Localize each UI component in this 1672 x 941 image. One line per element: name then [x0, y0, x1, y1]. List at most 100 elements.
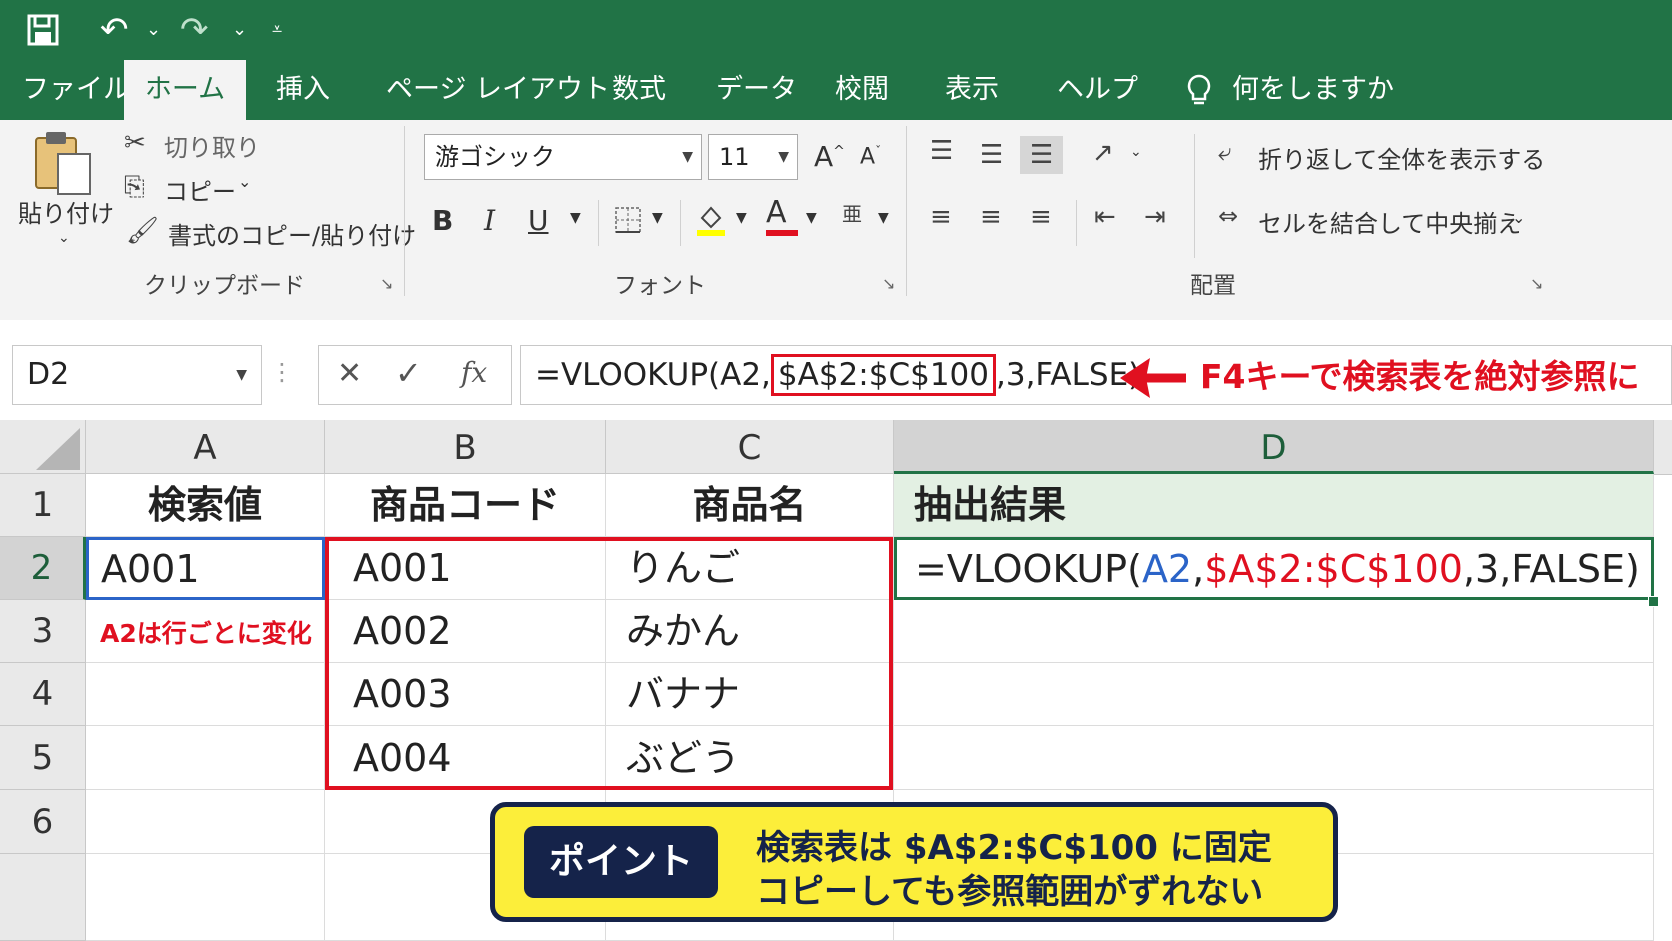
copy-dropdown-icon[interactable]: ⌄: [238, 172, 251, 191]
tab-formulas[interactable]: 数式: [612, 60, 666, 120]
row-header-5[interactable]: 5: [0, 726, 86, 790]
name-box-dropdown-icon[interactable]: ▼: [236, 346, 247, 404]
font-group-label: フォント: [614, 273, 706, 299]
underline-button[interactable]: U: [528, 204, 549, 237]
orientation-dropdown-icon[interactable]: ⌄: [1130, 144, 1142, 160]
cell-a1[interactable]: 検索値: [86, 474, 325, 537]
wrap-text-button[interactable]: 折り返して全体を表示する: [1258, 140, 1545, 175]
font-name-select[interactable]: 游ゴシック ▼: [424, 134, 702, 180]
decrease-indent-icon[interactable]: ⇤: [1094, 204, 1116, 230]
tab-file[interactable]: ファイル: [22, 60, 130, 120]
redo-dropdown-icon[interactable]: ⌄: [232, 0, 247, 60]
tab-data[interactable]: データ: [716, 60, 797, 120]
row-header-4[interactable]: 4: [0, 663, 86, 726]
name-box[interactable]: D2 ▼: [12, 345, 262, 405]
row-header-1[interactable]: 1: [0, 474, 86, 537]
cell-d3[interactable]: [894, 600, 1654, 663]
fill-color-icon[interactable]: [696, 202, 726, 243]
cell-a7[interactable]: [86, 854, 325, 941]
font-launcher-icon[interactable]: ↘: [882, 274, 895, 293]
title-bar: ↶ ⌄ ↷ ⌄ ⩡: [0, 0, 1672, 60]
clipboard-launcher-icon[interactable]: ↘: [380, 274, 393, 293]
align-center-icon[interactable]: ≡: [980, 204, 1002, 230]
column-header-d[interactable]: D: [894, 420, 1654, 474]
divider: [1076, 200, 1077, 246]
paste-button[interactable]: 貼り付け: [18, 194, 114, 229]
redo-icon[interactable]: ↷: [180, 0, 209, 60]
underline-dropdown-icon[interactable]: ▼: [570, 210, 581, 226]
alignment-group-label: 配置: [1190, 273, 1236, 299]
row-header-2[interactable]: 2: [0, 537, 86, 600]
column-header-a[interactable]: A: [86, 420, 325, 474]
font-color-dropdown-icon[interactable]: ▼: [806, 210, 817, 226]
cell-d4[interactable]: [894, 663, 1654, 726]
tab-insert[interactable]: 挿入: [276, 60, 330, 120]
merge-dropdown-icon[interactable]: ⌄: [1512, 208, 1525, 227]
cell-c1[interactable]: 商品名: [606, 474, 894, 537]
border-dropdown-icon[interactable]: ▼: [652, 210, 663, 226]
row-header-3[interactable]: 3: [0, 600, 86, 663]
cell-b1[interactable]: 商品コード: [325, 474, 606, 537]
lightbulb-icon[interactable]: [1186, 60, 1212, 120]
select-all-corner[interactable]: [0, 420, 86, 474]
fill-handle[interactable]: [1648, 596, 1659, 607]
paste-dropdown-icon[interactable]: ⌄: [58, 230, 70, 246]
alignment-launcher-icon[interactable]: ↘: [1530, 274, 1543, 293]
cell-a4[interactable]: [86, 663, 325, 726]
row-header-6[interactable]: 6: [0, 790, 86, 854]
align-left-icon[interactable]: ≡: [930, 204, 952, 230]
tab-view[interactable]: 表示: [945, 60, 999, 120]
formula-bar-splitter[interactable]: ⋮: [270, 358, 294, 386]
fill-color-dropdown-icon[interactable]: ▼: [736, 210, 747, 226]
increase-indent-icon[interactable]: ⇥: [1144, 204, 1166, 230]
increase-font-size-button[interactable]: A^: [814, 140, 845, 173]
point-label: ポイント: [524, 826, 718, 898]
merge-center-button[interactable]: セルを結合して中央揃え: [1258, 204, 1521, 239]
cell-d2[interactable]: =VLOOKUP(A2,$A$2:$C$100,3,FALSE): [894, 537, 1654, 600]
phonetic-dropdown-icon[interactable]: ▼: [878, 210, 889, 226]
phonetic-guide-icon[interactable]: 亜: [842, 204, 862, 224]
d2-absolute-range: $A$2:$C$100: [1204, 547, 1463, 591]
lookup-range-highlight: [325, 537, 893, 790]
customize-quick-access-icon[interactable]: ⩡: [272, 0, 282, 60]
tell-me-search[interactable]: 何をしますか: [1232, 60, 1394, 120]
bold-button[interactable]: B: [432, 204, 453, 237]
align-right-icon[interactable]: ≡: [1030, 204, 1052, 230]
divider: [906, 126, 907, 296]
font-size-select[interactable]: 11 ▼: [708, 134, 798, 180]
column-header-b[interactable]: B: [325, 420, 606, 474]
format-painter-icon[interactable]: 🖌: [126, 218, 159, 244]
align-middle-icon[interactable]: ☰: [980, 142, 1003, 168]
font-color-button[interactable]: A: [766, 198, 798, 236]
insert-function-icon[interactable]: fx: [461, 356, 487, 389]
align-bottom-icon[interactable]: ☰: [1020, 136, 1064, 174]
cell-a5[interactable]: [86, 726, 325, 790]
decrease-font-size-button[interactable]: Aˇ: [860, 144, 881, 169]
copy-button[interactable]: コピー: [164, 172, 236, 207]
tab-page-layout[interactable]: ページ レイアウト: [386, 60, 610, 120]
align-top-icon[interactable]: ☰: [930, 138, 953, 164]
cut-button[interactable]: 切り取り: [164, 128, 260, 163]
save-icon[interactable]: [26, 0, 60, 66]
tab-home[interactable]: ホーム: [124, 60, 246, 120]
scissors-icon[interactable]: ✂: [124, 130, 146, 156]
cell-d5[interactable]: [894, 726, 1654, 790]
cancel-icon[interactable]: ✕: [337, 356, 362, 391]
copy-icon[interactable]: ⎘: [124, 174, 145, 200]
merge-center-icon[interactable]: ⇔: [1218, 204, 1238, 228]
tab-review[interactable]: 校閲: [835, 60, 889, 120]
column-header-c[interactable]: C: [606, 420, 894, 474]
cell-a6[interactable]: [86, 790, 325, 854]
format-painter-button[interactable]: 書式のコピー/貼り付け: [168, 216, 416, 251]
orientation-icon[interactable]: ↗: [1092, 140, 1114, 166]
enter-icon[interactable]: ✓: [395, 354, 422, 392]
row-header-7[interactable]: [0, 854, 86, 941]
cell-d1[interactable]: 抽出結果: [894, 474, 1654, 537]
cell-a2[interactable]: A001: [86, 537, 325, 600]
border-icon[interactable]: [614, 206, 642, 239]
undo-dropdown-icon[interactable]: ⌄: [146, 0, 161, 60]
tab-help[interactable]: ヘルプ: [1057, 60, 1138, 120]
italic-button[interactable]: I: [484, 204, 495, 237]
wrap-text-icon[interactable]: ⤶: [1218, 140, 1231, 164]
undo-icon[interactable]: ↶: [100, 0, 129, 60]
